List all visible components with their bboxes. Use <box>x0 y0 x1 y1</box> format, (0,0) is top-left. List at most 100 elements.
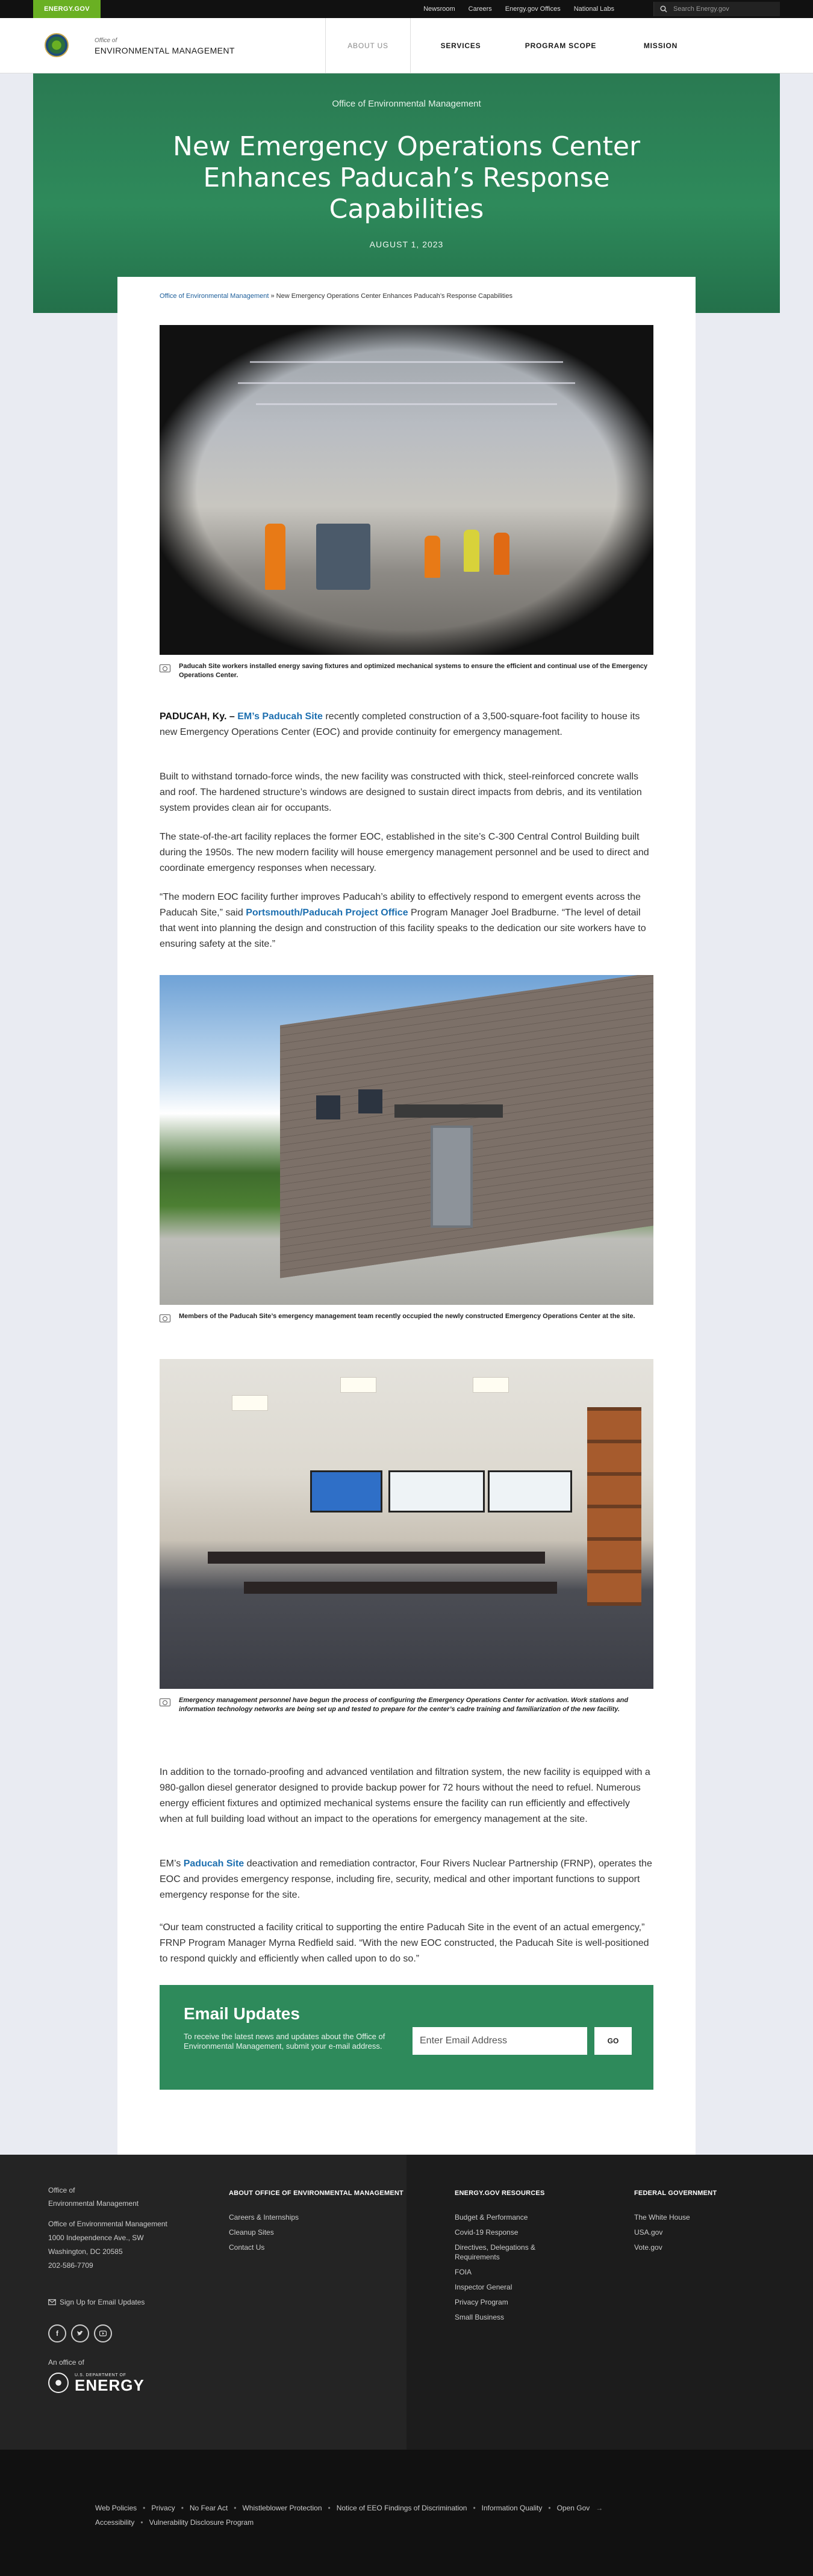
legal-link[interactable]: Vulnerability Disclosure Program <box>149 2518 254 2527</box>
footer-address: Office of Environmental Management 1000 … <box>48 2217 167 2273</box>
separator: • <box>473 2504 476 2512</box>
ceiling-duct <box>238 382 575 384</box>
article-paragraph: PADUCAH, Ky. – EM’s Paducah Site recentl… <box>160 709 653 740</box>
photo-caption: Paducah Site workers installed energy sa… <box>160 662 653 680</box>
article-card: Office of Environmental Management » New… <box>117 277 696 2155</box>
energy-gov-home-link[interactable]: ENERGY.GOV <box>33 0 101 18</box>
caption-text: Members of the Paducah Site’s emergency … <box>179 1313 635 1320</box>
legal-link[interactable]: Web Policies <box>95 2504 137 2512</box>
article-paragraph: In addition to the tornado-proofing and … <box>160 1767 650 1824</box>
doe-seal-icon <box>48 2373 69 2393</box>
utility-link-labs[interactable]: National Labs <box>574 5 614 13</box>
footer-column-heading: FEDERAL GOVERNMENT <box>634 2190 717 2197</box>
address-line: Office of Environmental Management <box>48 2220 167 2228</box>
worker-figure <box>494 533 509 575</box>
nav-about-us[interactable]: ABOUT US <box>326 18 410 73</box>
nav-program-scope[interactable]: PROGRAM SCOPE <box>511 18 611 73</box>
eoc-interior-photo <box>160 1359 653 1689</box>
office-name-link[interactable]: ENVIRONMENTAL MANAGEMENT <box>95 46 235 55</box>
search-icon[interactable] <box>660 5 667 13</box>
article-paragraph: The state-of-the-art facility replaces t… <box>160 832 649 873</box>
email-updates-description: To receive the latest news and updates a… <box>184 2032 385 2051</box>
legal-link[interactable]: Notice of EEO Findings of Discrimination <box>337 2504 467 2512</box>
site-footer: Office of Environmental Management Offic… <box>0 2155 813 2450</box>
entrance-canopy <box>394 1104 503 1118</box>
breadcrumb-home-link[interactable]: Office of Environmental Management <box>160 293 269 300</box>
main-nav: ABOUT US SERVICES PROGRAM SCOPE MISSION <box>325 18 711 73</box>
footer-link[interactable]: Directives, Delegations & Requirements <box>455 2243 563 2262</box>
footer-link[interactable]: Contact Us <box>229 2243 410 2252</box>
legal-link[interactable]: Open Gov <box>557 2504 590 2512</box>
article-paragraph: EM’s Paducah Site deactivation and remed… <box>160 1856 653 1903</box>
footer-link[interactable]: Careers & Internships <box>229 2212 410 2222</box>
paducah-site-link[interactable]: Paducah Site <box>184 1859 244 1869</box>
breadcrumb: Office of Environmental Management » New… <box>160 293 512 300</box>
footer-column-federal: FEDERAL GOVERNMENT The White House USA.g… <box>634 2190 755 2258</box>
footer-signup-link[interactable]: Sign Up for Email Updates <box>48 2298 145 2306</box>
nav-mission[interactable]: MISSION <box>611 18 711 73</box>
camera-icon <box>160 664 170 672</box>
email-field[interactable] <box>413 2027 587 2055</box>
separator: • <box>234 2504 237 2512</box>
legal-links-row: Accessibility • Vulnerability Disclosure P… <box>95 2515 673 2530</box>
footer-link[interactable]: FOIA <box>455 2267 563 2277</box>
portsmouth-paducah-link[interactable]: Portsmouth/Paducah Project Office <box>246 908 408 918</box>
footer-link[interactable]: Covid-19 Response <box>455 2228 563 2237</box>
separator: → <box>596 2504 603 2512</box>
footer-office-name[interactable]: Office of Environmental Management <box>48 2184 139 2210</box>
ceiling-light <box>473 1377 509 1393</box>
footer-link[interactable]: Cleanup Sites <box>229 2228 410 2237</box>
article-paragraph: “Our team constructed a facility critica… <box>160 1922 649 1964</box>
email-updates-title: Email Updates <box>184 2004 300 2023</box>
photo-caption: Members of the Paducah Site’s emergency … <box>160 1312 653 1322</box>
utility-link-careers[interactable]: Careers <box>469 5 492 13</box>
legal-link[interactable]: Accessibility <box>95 2518 134 2527</box>
ceiling-duct <box>250 361 563 363</box>
footer-link[interactable]: USA.gov <box>634 2228 755 2237</box>
bookshelf <box>587 1407 641 1606</box>
twitter-icon[interactable] <box>71 2324 89 2342</box>
footer-link[interactable]: Inspector General <box>455 2282 563 2292</box>
legal-link[interactable]: Whistleblower Protection <box>242 2504 322 2512</box>
doe-logo-link[interactable]: U.S. DEPARTMENT OF ENERGY <box>48 2373 145 2393</box>
social-links: f <box>48 2324 112 2342</box>
footer-column-heading: ENERGY.GOV RESOURCES <box>455 2190 545 2197</box>
footer-link[interactable]: The White House <box>634 2212 755 2222</box>
legal-link[interactable]: Privacy <box>151 2504 175 2512</box>
breadcrumb-separator: » <box>269 293 276 300</box>
separator: • <box>181 2504 184 2512</box>
facebook-icon[interactable]: f <box>48 2324 66 2342</box>
utility-link-offices[interactable]: Energy.gov Offices <box>505 5 561 13</box>
youtube-icon[interactable] <box>94 2324 112 2342</box>
legal-link[interactable]: No Fear Act <box>190 2504 228 2512</box>
legal-bar: Web Policies • Privacy • No Fear Act • Whistle… <box>0 2450 813 2576</box>
ceiling-duct <box>256 403 557 405</box>
workstation-desk <box>208 1552 545 1564</box>
legal-links-row: Web Policies • Privacy • No Fear Act • Whistle… <box>95 2501 673 2515</box>
utility-link-newsroom[interactable]: Newsroom <box>423 5 455 13</box>
page-title: New Emergency Operations Center Enhances… <box>172 131 641 224</box>
doe-seal-logo[interactable] <box>45 33 69 57</box>
footer-link[interactable]: Budget & Performance <box>455 2212 563 2222</box>
separator: • <box>328 2504 331 2512</box>
search-input[interactable] <box>673 5 770 13</box>
nav-services[interactable]: SERVICES <box>411 18 511 73</box>
paducah-site-link[interactable]: EM’s Paducah Site <box>237 711 323 722</box>
legal-link[interactable]: Information Quality <box>482 2504 543 2512</box>
footer-link[interactable]: Small Business <box>455 2312 563 2322</box>
ceiling-light <box>340 1377 376 1393</box>
utility-bar: ENERGY.GOV Newsroom Careers Energy.gov O… <box>0 0 813 18</box>
an-office-of-label: An office of <box>48 2358 84 2367</box>
publish-date: AUGUST 1, 2023 <box>369 240 444 249</box>
utility-search <box>653 2 780 16</box>
doe-wordmark: U.S. DEPARTMENT OF ENERGY <box>75 2373 145 2393</box>
footer-link[interactable]: Privacy Program <box>455 2297 563 2307</box>
display-screen <box>310 1470 382 1512</box>
email-submit-button[interactable]: GO <box>594 2027 632 2055</box>
article-paragraph: “The modern EOC facility further improve… <box>160 890 653 952</box>
address-line: Washington, DC 20585 <box>48 2247 123 2256</box>
signup-label: Sign Up for Email Updates <box>60 2298 145 2306</box>
footer-link[interactable]: Vote.gov <box>634 2243 755 2252</box>
legal-links: Web Policies • Privacy • No Fear Act • Whistle… <box>95 2501 673 2530</box>
separator: • <box>548 2504 551 2512</box>
